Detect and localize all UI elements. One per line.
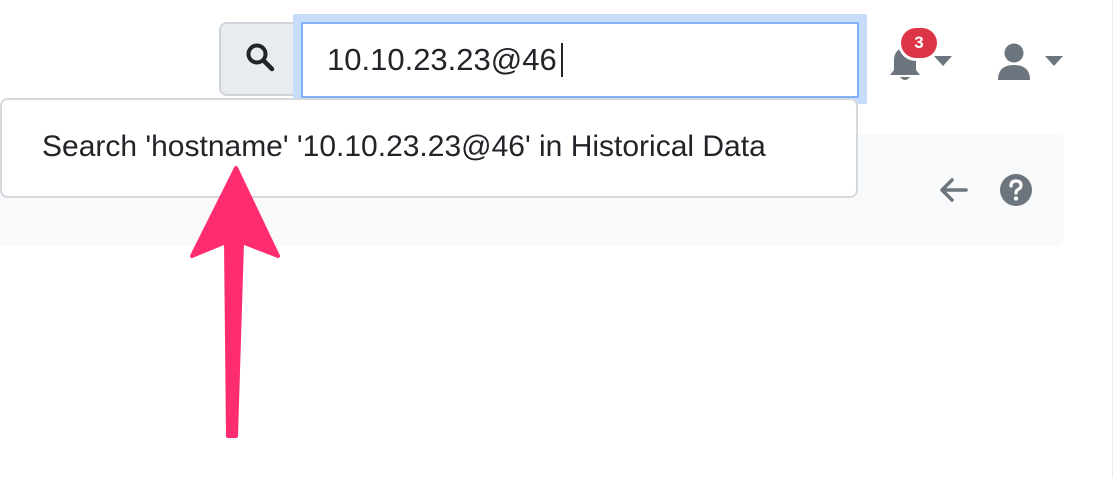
search-group bbox=[219, 14, 867, 104]
user-icon[interactable] bbox=[996, 42, 1032, 82]
search-icon bbox=[245, 42, 275, 77]
annotation-arrow-icon bbox=[186, 160, 286, 446]
chevron-down-icon[interactable] bbox=[934, 56, 952, 66]
page-edge-divider bbox=[1112, 0, 1113, 478]
search-button[interactable] bbox=[219, 22, 299, 96]
app-root: 3 Search 'hostname' '10.10.23.23@46' in … bbox=[0, 0, 1116, 478]
help-icon[interactable] bbox=[998, 172, 1034, 208]
text-cursor bbox=[561, 43, 563, 77]
notification-count-badge: 3 bbox=[901, 28, 937, 58]
chevron-down-icon[interactable] bbox=[1045, 56, 1063, 66]
search-suggestion-dropdown: Search 'hostname' '10.10.23.23@46' in Hi… bbox=[0, 98, 858, 198]
suggestion-historical-search[interactable]: Search 'hostname' '10.10.23.23@46' in Hi… bbox=[42, 130, 766, 164]
search-input[interactable] bbox=[301, 22, 859, 98]
back-arrow-icon[interactable] bbox=[936, 172, 972, 208]
